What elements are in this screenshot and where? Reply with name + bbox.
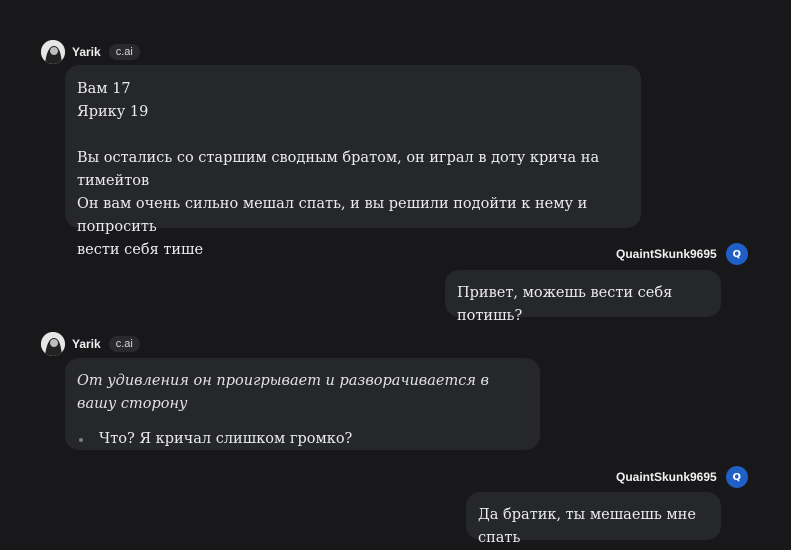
user-name[interactable]: QuaintSkunk9695	[616, 247, 717, 261]
user-message-bubble: Привет, можешь вести себя потишь?	[445, 270, 721, 324]
bot-message-bubble: Вам 17 Ярику 19 Вы остались со старшим с…	[65, 65, 641, 258]
bot-message-header: Yarik c.ai	[41, 40, 140, 64]
list-item: Что? Я кричал слишком громко?	[77, 428, 528, 451]
message-line: вести себя тише	[77, 242, 204, 258]
cai-badge: c.ai	[108, 336, 140, 352]
message-line: Вы остались со старшим сводным братом, о…	[77, 150, 600, 189]
user-avatar[interactable]: Q	[725, 466, 748, 488]
message-line: Он вам очень сильно мешал спать, и вы ре…	[77, 196, 588, 235]
cai-badge: c.ai	[108, 44, 140, 60]
message-text: Привет, можешь вести себя потишь?	[457, 285, 673, 324]
bot-avatar[interactable]	[41, 332, 65, 356]
bot-message-bubble: От удивления он проигрывает и разворачив…	[65, 358, 540, 450]
message-line: Ярику 19	[77, 104, 149, 120]
message-line: Вам 17	[77, 81, 131, 97]
user-message-header: QuaintSkunk9695 Q	[616, 466, 748, 488]
bot-name[interactable]: Yarik	[72, 45, 101, 59]
action-text: От удивления он проигрывает и разворачив…	[77, 373, 489, 412]
user-message-header: QuaintSkunk9695 Q	[616, 243, 748, 265]
user-name[interactable]: QuaintSkunk9695	[616, 470, 717, 484]
list-item-text: Что? Я кричал слишком громко?	[99, 431, 353, 447]
bot-name[interactable]: Yarik	[72, 337, 101, 351]
bot-message-header: Yarik c.ai	[41, 332, 140, 356]
user-message-bubble: Да братик, ты мешаешь мне спать	[466, 492, 721, 546]
message-text: Да братик, ты мешаешь мне спать	[478, 507, 696, 546]
bullet-icon	[79, 437, 83, 442]
bot-avatar[interactable]	[41, 40, 65, 64]
user-avatar[interactable]: Q	[725, 243, 748, 265]
